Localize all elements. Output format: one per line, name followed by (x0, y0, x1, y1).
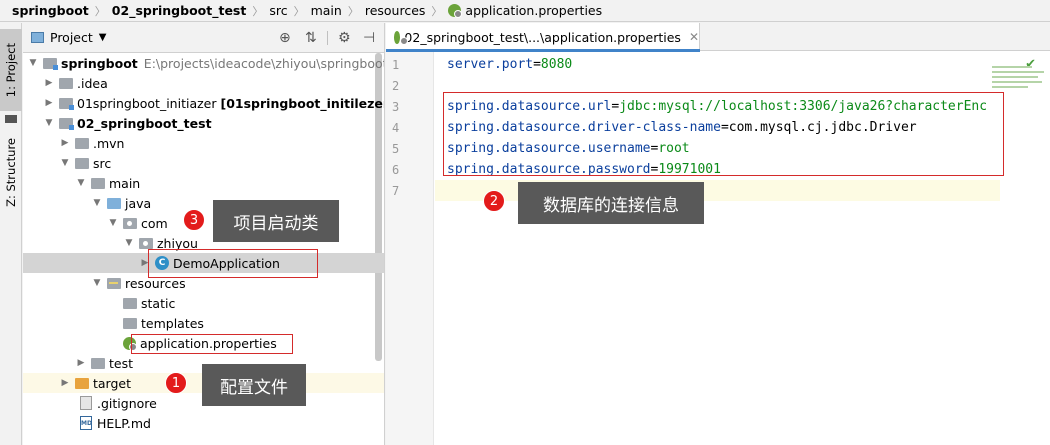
callout-startup-class: 项目启动类 (213, 200, 339, 242)
editor-tab-bar: 02_springboot_test\...\application.prope… (386, 23, 1050, 52)
code-line: spring.datasource.url=jdbc:mysql://local… (447, 99, 988, 114)
tree-item-static[interactable]: static (23, 293, 384, 313)
breadcrumb-item-springboot[interactable]: springboot (12, 3, 89, 18)
tree-item-application-properties[interactable]: application.properties (23, 333, 384, 353)
properties-file-icon (394, 30, 409, 45)
expanded-arrow-icon[interactable]: ▼ (107, 218, 119, 228)
folder-icon (75, 137, 89, 149)
folder-icon (123, 317, 137, 329)
folder-icon (123, 297, 137, 309)
properties-file-icon (123, 336, 137, 351)
gear-icon[interactable]: ⚙ (338, 30, 351, 46)
markdown-file-icon: MD (80, 416, 92, 430)
line-number: 1 (392, 58, 400, 72)
tree-item-demoapplication[interactable]: ▶ C DemoApplication (23, 253, 384, 273)
text-file-icon (80, 396, 92, 410)
breadcrumb-item-src[interactable]: src (269, 3, 287, 18)
line-number: 4 (392, 121, 400, 135)
expanded-arrow-icon[interactable]: ▼ (27, 58, 39, 68)
tree-item-01springboot[interactable]: ▶ 01springboot_initiazer [01springboot_i… (23, 93, 384, 113)
editor-area: 02_springboot_test\...\application.prope… (386, 23, 1050, 445)
collapsed-arrow-icon[interactable]: ▶ (43, 98, 55, 108)
code-line: spring.datasource.password=19971001 (447, 162, 721, 177)
spring-boot-class-icon: C (155, 256, 169, 270)
line-number-gutter: 1 2 3 4 5 6 7 (386, 52, 434, 445)
module-folder-icon (59, 97, 74, 110)
line-number: 2 (392, 79, 400, 93)
tree-item-resources[interactable]: ▼ resources (23, 273, 384, 293)
chevron-down-icon[interactable]: ▼ (99, 32, 107, 43)
code-editor[interactable]: server.port=8080 spring.datasource.url=j… (435, 52, 1050, 445)
tree-item-springboot[interactable]: ▼ springboot E:\projects\ideacode\zhiyou… (23, 53, 384, 73)
annotation-badge-1: 1 (165, 372, 187, 394)
annotation-badge-2: 2 (483, 190, 505, 212)
package-icon (139, 237, 153, 249)
collapsed-arrow-icon[interactable]: ▶ (75, 358, 87, 368)
editor-tab-application-properties[interactable]: 02_springboot_test\...\application.prope… (386, 23, 700, 52)
source-folder-icon (107, 197, 121, 209)
chevron-right-icon: 〉 (347, 4, 359, 18)
folder-icon (75, 157, 89, 169)
tree-item-src[interactable]: ▼ src (23, 153, 384, 173)
resources-folder-icon (107, 277, 121, 289)
chevron-right-icon: 〉 (252, 4, 264, 18)
expanded-arrow-icon[interactable]: ▼ (91, 198, 103, 208)
close-icon[interactable]: ✕ (689, 30, 699, 44)
code-line: spring.datasource.username=root (447, 141, 690, 156)
breadcrumb-item-resources[interactable]: resources (365, 3, 426, 18)
breadcrumb-item-module[interactable]: 02_springboot_test (112, 3, 247, 18)
callout-config-file: 配置文件 (202, 364, 306, 406)
hide-panel-icon[interactable]: ⊣ (363, 30, 375, 46)
project-panel-header: Project ▼ ⊕ ⇅ ⚙ ⊣ (23, 23, 384, 53)
breadcrumb-item-main[interactable]: main (311, 3, 342, 18)
callout-db-connection: 数据库的连接信息 (518, 182, 704, 224)
folder-icon (5, 115, 17, 123)
collapsed-arrow-icon[interactable]: ▶ (59, 378, 71, 388)
project-view-icon (31, 32, 44, 43)
divider (327, 31, 328, 45)
code-line: spring.datasource.driver-class-name=com.… (447, 120, 917, 135)
line-number: 6 (392, 163, 400, 177)
folder-icon (59, 77, 73, 89)
expanded-arrow-icon[interactable]: ▼ (43, 118, 55, 128)
tree-item-idea[interactable]: ▶ .idea (23, 73, 384, 93)
expanded-arrow-icon[interactable]: ▼ (59, 158, 71, 168)
excluded-folder-icon (75, 377, 89, 389)
tree-item-02springboot-test[interactable]: ▼ 02_springboot_test (23, 113, 384, 133)
tree-item-help-md[interactable]: MD HELP.md (23, 413, 384, 433)
tree-item-templates[interactable]: templates (23, 313, 384, 333)
chevron-right-icon: 〉 (431, 4, 443, 18)
breadcrumb-item-file[interactable]: application.properties (448, 3, 602, 18)
project-view-selector[interactable]: Project (50, 30, 93, 45)
line-number: 3 (392, 100, 400, 114)
structure-tool-tab[interactable]: Z: Structure (0, 129, 22, 215)
package-icon (123, 217, 137, 229)
locate-icon[interactable]: ⊕ (279, 30, 291, 46)
line-number: 5 (392, 142, 400, 156)
properties-file-icon (448, 4, 463, 18)
tree-item-mvn[interactable]: ▶ .mvn (23, 133, 384, 153)
tree-item-main[interactable]: ▼ main (23, 173, 384, 193)
annotation-badge-3: 3 (183, 209, 205, 231)
chevron-right-icon: 〉 (94, 4, 106, 18)
project-tool-tab[interactable]: 1: Project (0, 29, 22, 111)
module-folder-icon (43, 57, 58, 70)
expanded-arrow-icon[interactable]: ▼ (75, 178, 87, 188)
collapsed-arrow-icon[interactable]: ▶ (43, 78, 55, 88)
expanded-arrow-icon[interactable]: ▼ (91, 278, 103, 288)
folder-icon (91, 177, 105, 189)
collapse-all-icon[interactable]: ⇅ (305, 30, 317, 46)
tool-window-strip: 1: Project Z: Structure (0, 23, 22, 445)
code-line: server.port=8080 (447, 57, 573, 72)
collapsed-arrow-icon[interactable]: ▶ (59, 138, 71, 148)
breadcrumb: springboot 〉 02_springboot_test 〉 src 〉 … (0, 0, 1050, 22)
folder-icon (91, 357, 105, 369)
collapsed-arrow-icon[interactable]: ▶ (139, 258, 151, 268)
project-path: E:\projects\ideacode\zhiyou\springboot (143, 55, 384, 71)
expanded-arrow-icon[interactable]: ▼ (123, 238, 135, 248)
error-stripe[interactable] (992, 63, 1044, 103)
line-number: 7 (392, 184, 400, 198)
chevron-right-icon: 〉 (293, 4, 305, 18)
module-folder-icon (59, 117, 74, 130)
